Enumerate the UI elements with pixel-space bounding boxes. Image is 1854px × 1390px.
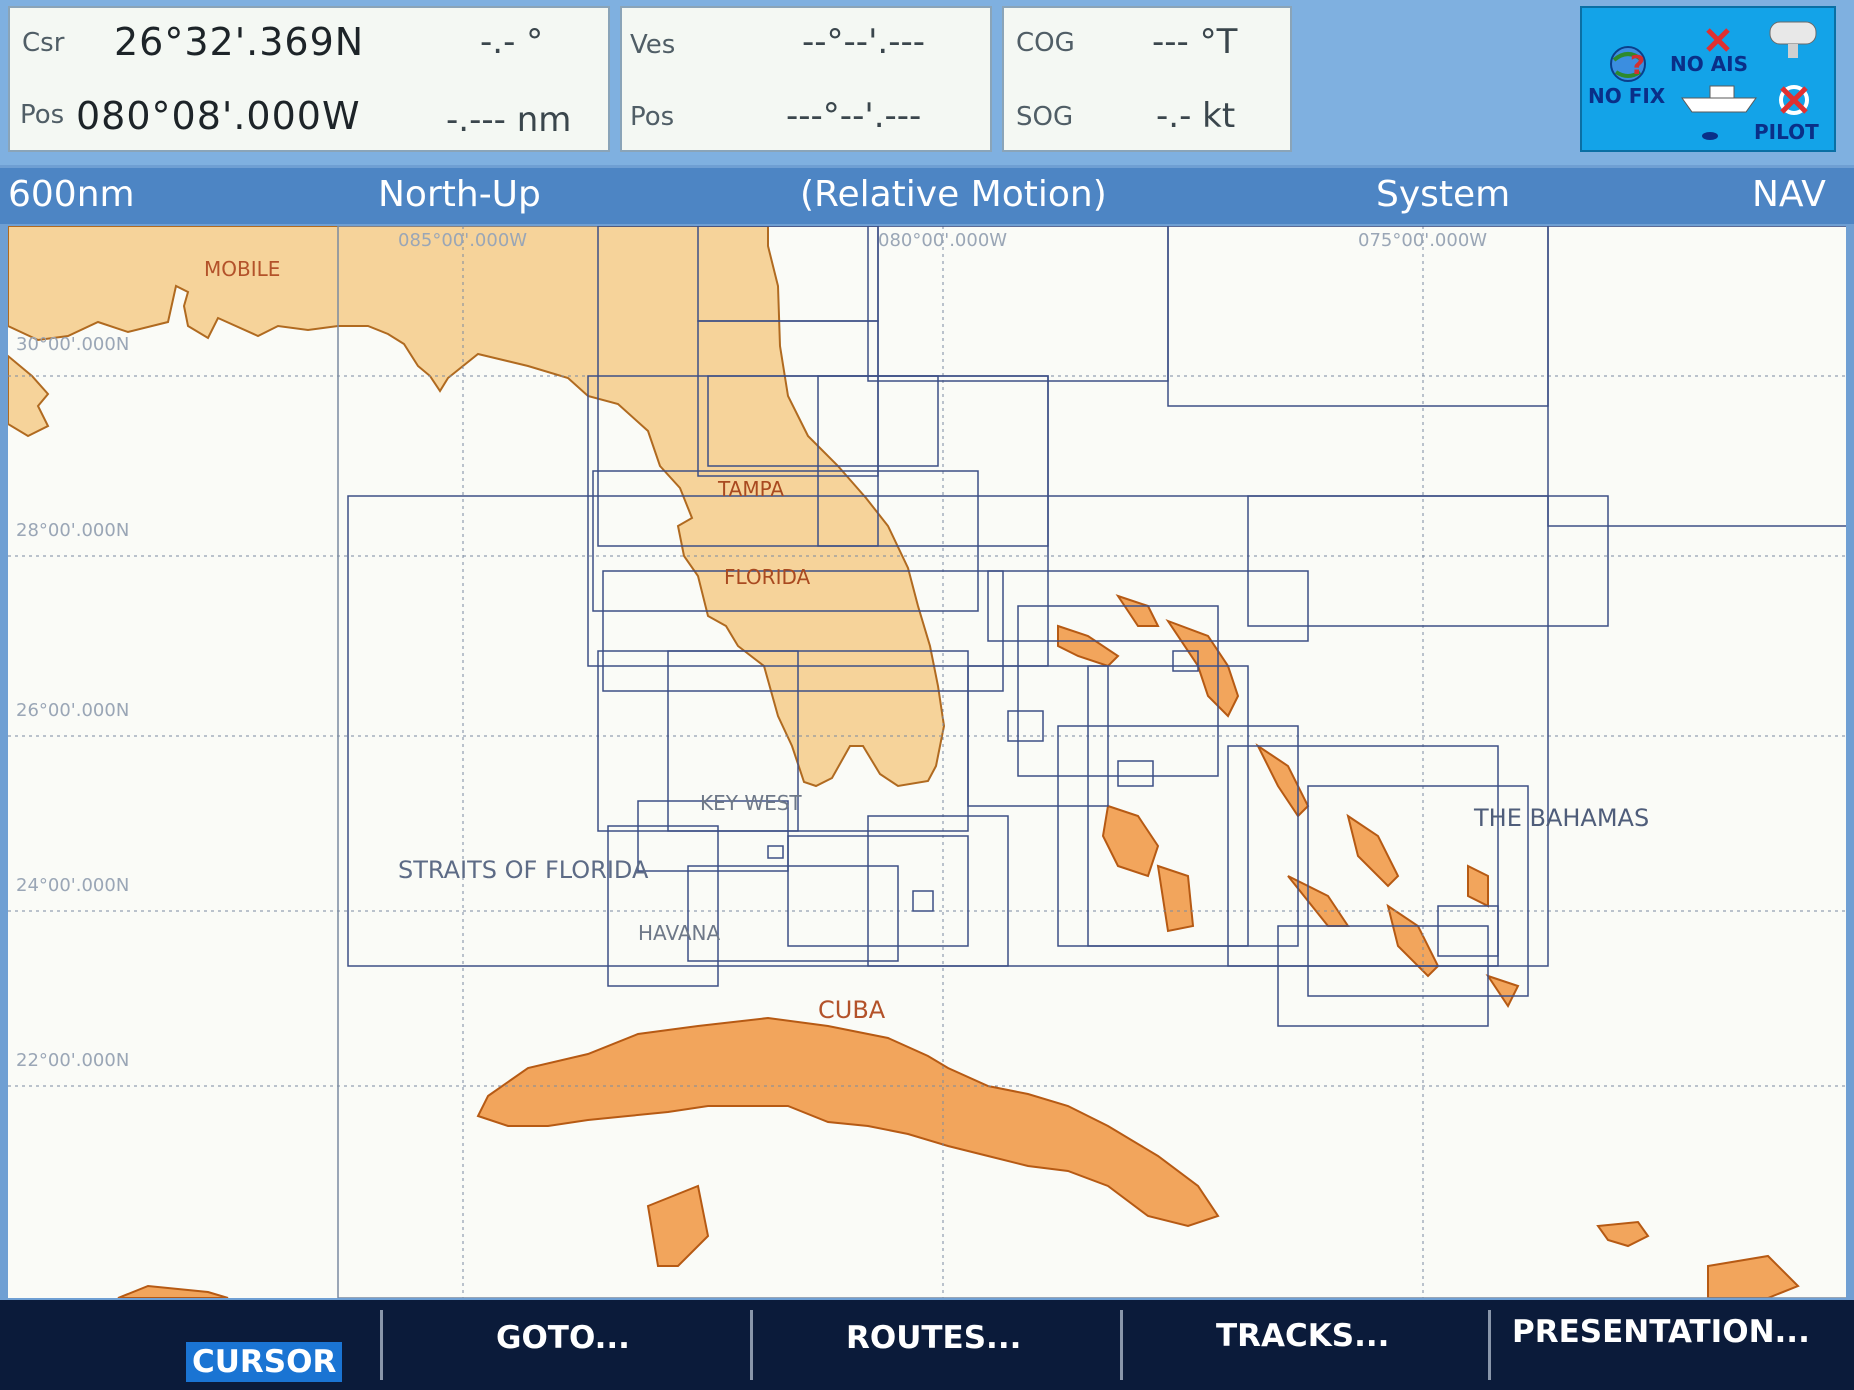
radar-dome-icon <box>1769 21 1817 58</box>
vessel-position-panel: Ves --°--'.--- Pos ---°--'.--- <box>620 6 992 152</box>
cursor-softkey[interactable]: CURSOR <box>186 1342 343 1382</box>
softkey-divider <box>750 1310 753 1380</box>
ais-cross-icon <box>1706 28 1730 52</box>
lat-label-30: 30°00'.000N <box>16 334 129 355</box>
no-ais-label: NO AIS <box>1670 52 1749 76</box>
boat-icon <box>1681 85 1757 113</box>
lat-label-26: 26°00'.000N <box>16 700 129 721</box>
goto-softkey[interactable]: GOTO... <box>496 1320 630 1356</box>
place-mobile: MOBILE <box>204 257 280 281</box>
land-jamaica <box>117 1284 229 1298</box>
fish-icon <box>1702 132 1718 140</box>
cog-value: --- °T <box>1152 22 1238 62</box>
softkey-divider <box>380 1310 383 1380</box>
chart-canvas[interactable]: 085°00'.000W 080°00'.000W 075°00'.000W 3… <box>8 226 1846 1298</box>
ves-label: Ves <box>630 30 676 60</box>
place-the-bahamas: THE BAHAMAS <box>1473 804 1649 832</box>
routes-softkey[interactable]: ROUTES... <box>846 1320 1021 1356</box>
sog-value: -.- kt <box>1156 96 1236 136</box>
lat-label-22: 22°00'.000N <box>16 1050 129 1071</box>
cursor-position-panel: Csr 26°32'.369N -.- ° Pos 080°08'.000W -… <box>8 6 610 152</box>
vessel-latitude: --°--'.--- <box>802 22 926 62</box>
lon-label-075: 075°00'.000W <box>1358 230 1487 251</box>
land-cuba <box>476 1016 1220 1228</box>
nautical-chart[interactable]: 085°00'.000W 080°00'.000W 075°00'.000W 3… <box>8 226 1846 1298</box>
motion-mode-indicator[interactable]: (Relative Motion) <box>800 174 1107 215</box>
softkey-divider <box>1120 1310 1123 1380</box>
land-hispaniola <box>1596 1220 1800 1298</box>
gps-globe-icon: ? <box>1610 46 1646 82</box>
orientation-indicator[interactable]: North-Up <box>378 174 541 215</box>
softkey-divider <box>1488 1310 1491 1380</box>
status-indicators[interactable]: ? NO AIS NO FIX PILOT <box>1580 6 1836 152</box>
lat-label-24: 24°00'.000N <box>16 875 129 896</box>
top-data-bar: Csr 26°32'.369N -.- ° Pos 080°08'.000W -… <box>0 0 1854 165</box>
lat-label-28: 28°00'.000N <box>16 520 129 541</box>
place-florida: FLORIDA <box>724 565 811 589</box>
no-fix-label: NO FIX <box>1588 84 1666 108</box>
csr-label: Csr <box>22 28 65 58</box>
place-havana: HAVANA <box>638 921 720 945</box>
cog-label: COG <box>1016 28 1075 58</box>
land-gulf-coast <box>8 226 946 788</box>
pos-label: Pos <box>20 100 65 130</box>
lon-label-085: 085°00'.000W <box>398 230 527 251</box>
softkey-bar: CURSOR GOTO... ROUTES... TRACKS... PRESE… <box>0 1300 1854 1390</box>
cursor-longitude: 080°08'.000W <box>76 94 361 138</box>
cursor-bearing: -.- ° <box>480 22 544 62</box>
svg-text:?: ? <box>1630 51 1645 81</box>
land-west-coast <box>8 354 50 438</box>
cursor-range: -.--- nm <box>446 100 572 140</box>
presentation-softkey[interactable]: PRESENTATION... <box>1512 1314 1810 1350</box>
pilot-label: PILOT <box>1754 120 1819 144</box>
vessel-pos-label: Pos <box>630 102 675 132</box>
cursor-latitude: 26°32'.369N <box>114 20 365 64</box>
place-tampa: TAMPA <box>717 477 784 501</box>
nav-mode-indicator: NAV <box>1752 174 1826 215</box>
lon-label-080: 080°00'.000W <box>878 230 1007 251</box>
place-key-west: KEY WEST <box>700 791 802 815</box>
autopilot-wheel-icon <box>1779 85 1809 115</box>
place-cuba: CUBA <box>818 996 886 1024</box>
sog-label: SOG <box>1016 102 1074 132</box>
place-straits-of-florida: STRAITS OF FLORIDA <box>398 856 649 884</box>
range-indicator[interactable]: 600nm <box>8 174 135 215</box>
vessel-longitude: ---°--'.--- <box>786 96 922 136</box>
chart-mode-bar: 600nm North-Up (Relative Motion) System … <box>0 168 1854 224</box>
source-indicator: System <box>1376 174 1511 215</box>
tracks-softkey[interactable]: TRACKS... <box>1216 1318 1389 1354</box>
cog-sog-panel: COG --- °T SOG -.- kt <box>1002 6 1292 152</box>
land-cuba-east <box>646 1184 710 1267</box>
land-bahamas <box>1057 594 1520 1008</box>
